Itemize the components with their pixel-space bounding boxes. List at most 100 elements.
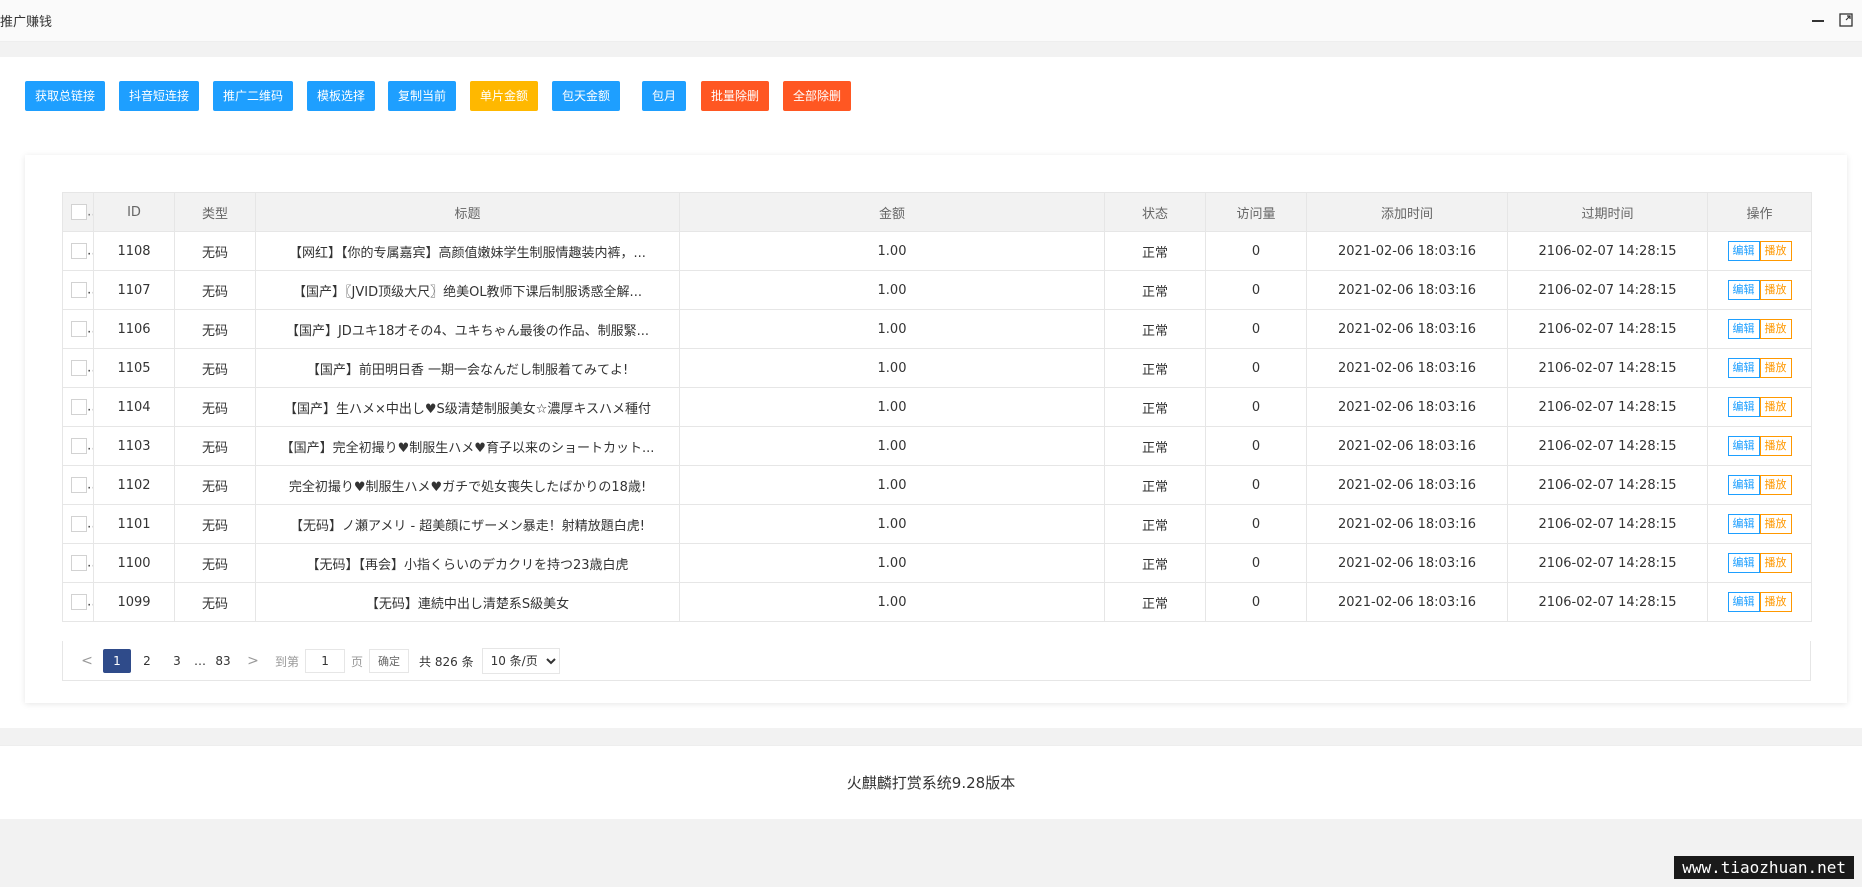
prev-page-icon[interactable]: <: [73, 649, 101, 673]
column-header-type: 类型: [174, 192, 256, 232]
row-select-cell[interactable]: [62, 231, 94, 271]
cell-visits: 0: [1205, 309, 1307, 349]
column-header-expires: 过期时间: [1507, 192, 1708, 232]
cell-title: 完全初撮り♥制服生ハメ♥ガチで処女喪失したばかりの18歳!: [255, 465, 680, 505]
watermark: www.tiaozhuan.net: [1674, 856, 1854, 879]
goto-label: 到第: [275, 654, 300, 669]
row-actions: 编辑 播放: [1727, 553, 1792, 573]
row-checkbox[interactable]: [71, 399, 87, 415]
select-all-checkbox[interactable]: [71, 204, 87, 220]
edit-button[interactable]: 编辑: [1727, 319, 1760, 339]
row-checkbox[interactable]: [71, 360, 87, 376]
edit-button[interactable]: 编辑: [1727, 553, 1760, 573]
cell-title: 【国产】前田明日香 一期一会なんだし制服着てみてよ!: [255, 348, 680, 388]
edit-button[interactable]: 编辑: [1727, 514, 1760, 534]
row-checkbox[interactable]: [71, 555, 87, 571]
delete-all-button[interactable]: 全部除删: [783, 81, 852, 111]
page-unit-label: 页: [351, 654, 364, 669]
row-select-cell[interactable]: [62, 543, 94, 583]
play-button[interactable]: 播放: [1759, 553, 1792, 573]
cell-id: 1107: [93, 270, 175, 310]
cell-expire-time: 2106-02-07 14:28:15: [1507, 582, 1708, 622]
page-1-button[interactable]: 1: [103, 649, 131, 673]
row-select-cell[interactable]: [62, 348, 94, 388]
last-page-button[interactable]: 83: [209, 649, 237, 673]
batch-delete-button[interactable]: 批量除删: [701, 81, 770, 111]
cell-status: 正常: [1104, 426, 1206, 466]
row-checkbox[interactable]: [71, 282, 87, 298]
cell-amount: 1.00: [679, 465, 1105, 505]
footer: 火麒麟打赏系统9.28版本: [0, 745, 1862, 819]
row-checkbox[interactable]: [71, 321, 87, 337]
play-button[interactable]: 播放: [1759, 241, 1792, 261]
minimize-icon[interactable]: [1810, 12, 1826, 28]
monthly-button[interactable]: 包月: [642, 81, 687, 111]
row-checkbox[interactable]: [71, 594, 87, 610]
row-select-cell[interactable]: [62, 504, 94, 544]
row-select-cell[interactable]: [62, 387, 94, 427]
douyin-short-link-button[interactable]: 抖音短连接: [119, 81, 200, 111]
row-checkbox[interactable]: [71, 243, 87, 259]
table-row: 1108 无码 【网红】【你的专属嘉宾】高颜值嫩妹学生制服情趣装内裤，... 1.00…: [62, 231, 1812, 271]
row-select-cell[interactable]: [62, 426, 94, 466]
row-checkbox[interactable]: [71, 477, 87, 493]
play-button[interactable]: 播放: [1759, 280, 1792, 300]
version-text: 火麒麟打赏系统9.28版本: [846, 774, 1016, 792]
cell-type: 无码: [174, 582, 256, 622]
cell-expire-time: 2106-02-07 14:28:15: [1507, 309, 1708, 349]
goto-page-input[interactable]: [305, 649, 346, 673]
cell-added-time: 2021-02-06 18:03:16: [1306, 309, 1508, 349]
row-checkbox[interactable]: [71, 516, 87, 532]
row-select-cell[interactable]: [62, 270, 94, 310]
goto-confirm-button[interactable]: 确定: [369, 649, 410, 673]
row-select-cell[interactable]: [62, 465, 94, 505]
template-select-button[interactable]: 模板选择: [307, 81, 376, 111]
row-actions: 编辑 播放: [1727, 475, 1792, 495]
play-button[interactable]: 播放: [1759, 475, 1792, 495]
next-page-icon[interactable]: >: [239, 649, 267, 673]
cell-type: 无码: [174, 231, 256, 271]
table-row: 1100 无码 【无码】【再会】小指くらいのデカクリを持つ23歳白虎 1.00 正常 0 2…: [62, 543, 1812, 583]
cell-visits: 0: [1205, 348, 1307, 388]
row-select-cell[interactable]: [62, 582, 94, 622]
column-header-status: 状态: [1104, 192, 1206, 232]
play-button[interactable]: 播放: [1759, 358, 1792, 378]
cell-id: 1101: [93, 504, 175, 544]
maximize-icon[interactable]: [1838, 12, 1854, 28]
edit-button[interactable]: 编辑: [1727, 280, 1760, 300]
cell-title: 【网红】【你的专属嘉宾】高颜值嫩妹学生制服情趣装内裤，...: [255, 231, 680, 271]
get-total-link-button[interactable]: 获取总链接: [25, 81, 106, 111]
row-checkbox[interactable]: [71, 438, 87, 454]
edit-button[interactable]: 编辑: [1727, 397, 1760, 417]
page-size-select[interactable]: 10 条/页: [481, 648, 560, 674]
table-body: 1108 无码 【网红】【你的专属嘉宾】高颜值嫩妹学生制服情趣装内裤，... 1.00…: [62, 231, 1812, 622]
play-button[interactable]: 播放: [1759, 592, 1792, 612]
edit-button[interactable]: 编辑: [1727, 592, 1760, 612]
single-amount-button[interactable]: 单片金额: [470, 81, 539, 111]
cell-expire-time: 2106-02-07 14:28:15: [1507, 270, 1708, 310]
edit-button[interactable]: 编辑: [1727, 436, 1760, 456]
table-row: 1107 无码 【国产】〖JVID顶级大尺〗绝美OL教师下课后制服诱惑全解... 1.…: [62, 270, 1812, 310]
window-title: 推广赚钱: [0, 15, 53, 30]
edit-button[interactable]: 编辑: [1727, 241, 1760, 261]
row-actions: 编辑 播放: [1727, 436, 1792, 456]
play-button[interactable]: 播放: [1759, 436, 1792, 456]
cell-actions: 编辑 播放: [1707, 231, 1812, 271]
play-button[interactable]: 播放: [1759, 514, 1792, 534]
play-button[interactable]: 播放: [1759, 319, 1792, 339]
copy-current-button[interactable]: 复制当前: [388, 81, 457, 111]
cell-type: 无码: [174, 348, 256, 388]
daily-amount-button[interactable]: 包天金额: [552, 81, 621, 111]
promo-qrcode-button[interactable]: 推广二维码: [213, 81, 294, 111]
edit-button[interactable]: 编辑: [1727, 475, 1760, 495]
cell-actions: 编辑 播放: [1707, 348, 1812, 388]
page-3-button[interactable]: 3: [163, 649, 191, 673]
page-2-button[interactable]: 2: [133, 649, 161, 673]
play-button[interactable]: 播放: [1759, 397, 1792, 417]
select-all-cell[interactable]: [62, 192, 94, 232]
cell-id: 1106: [93, 309, 175, 349]
window-titlebar: 推广赚钱: [0, 0, 1862, 42]
edit-button[interactable]: 编辑: [1727, 358, 1760, 378]
row-select-cell[interactable]: [62, 309, 94, 349]
cell-visits: 0: [1205, 582, 1307, 622]
